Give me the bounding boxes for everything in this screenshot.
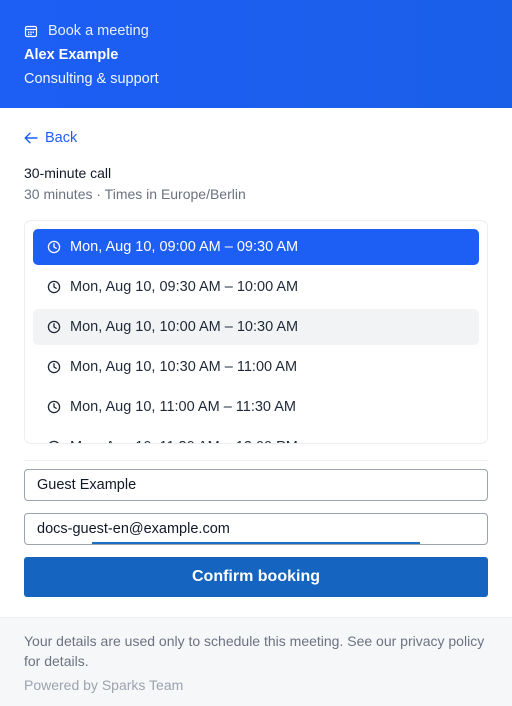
host-subtitle: Consulting & support [24, 71, 159, 87]
time-slot-label: Mon, Aug 10, 11:30 AM – 12:00 PM [70, 439, 298, 443]
confirm-booking-button[interactable]: Confirm booking [24, 557, 488, 597]
time-slot[interactable]: Mon, Aug 10, 10:00 AM – 10:30 AM [33, 309, 479, 345]
form-divider [24, 460, 488, 461]
event-title: 30-minute call [24, 165, 112, 181]
calendar-icon [24, 25, 38, 38]
email-field-focus-underline [92, 542, 420, 544]
clock-icon [47, 400, 61, 414]
time-slot-list[interactable]: Mon, Aug 10, 09:00 AM – 09:30 AM Mon, Aug… [24, 220, 488, 444]
header-kicker-row: Book a meeting [24, 22, 488, 40]
time-slot[interactable]: Mon, Aug 10, 09:00 AM – 09:30 AM [33, 229, 479, 265]
privacy-note: Your details are used only to schedule t… [24, 633, 485, 669]
time-slot-label: Mon, Aug 10, 09:30 AM – 10:00 AM [70, 279, 299, 295]
email-field[interactable] [24, 513, 488, 545]
clock-icon [47, 320, 61, 334]
time-slot[interactable]: Mon, Aug 10, 11:00 AM – 11:30 AM [33, 389, 479, 425]
header-kicker: Book a meeting [48, 23, 149, 39]
event-details: 30 minutes · Times in Europe/Berlin [24, 186, 246, 202]
clock-icon [49, 440, 59, 443]
time-slot[interactable]: Mon, Aug 10, 09:30 AM – 10:00 AM [33, 269, 479, 305]
booking-header: Book a meeting Alex Example Consulting &… [0, 0, 512, 108]
back-link[interactable]: Back [24, 129, 77, 147]
time-slot-label: Mon, Aug 10, 11:00 AM – 11:30 AM [70, 399, 296, 415]
clock-icon [47, 360, 61, 374]
time-slot-label: Mon, Aug 10, 10:00 AM – 10:30 AM [70, 319, 299, 335]
back-label: Back [45, 130, 78, 146]
powered-by: Powered by Sparks Team [24, 677, 184, 693]
clock-icon [47, 240, 61, 254]
clock-icon [47, 280, 61, 294]
arrow-left-icon [24, 132, 38, 144]
time-slot-label: Mon, Aug 10, 10:30 AM – 11:00 AM [70, 359, 298, 375]
name-field[interactable] [24, 469, 488, 501]
host-name: Alex Example [24, 47, 119, 63]
time-slot-label: Mon, Aug 10, 09:00 AM – 09:30 AM [70, 239, 299, 255]
footer: Your details are used only to schedule t… [0, 617, 512, 706]
time-slot[interactable]: Mon, Aug 10, 11:30 AM – 12:00 PM [33, 429, 479, 443]
time-slot[interactable]: Mon, Aug 10, 10:30 AM – 11:00 AM [33, 349, 479, 385]
